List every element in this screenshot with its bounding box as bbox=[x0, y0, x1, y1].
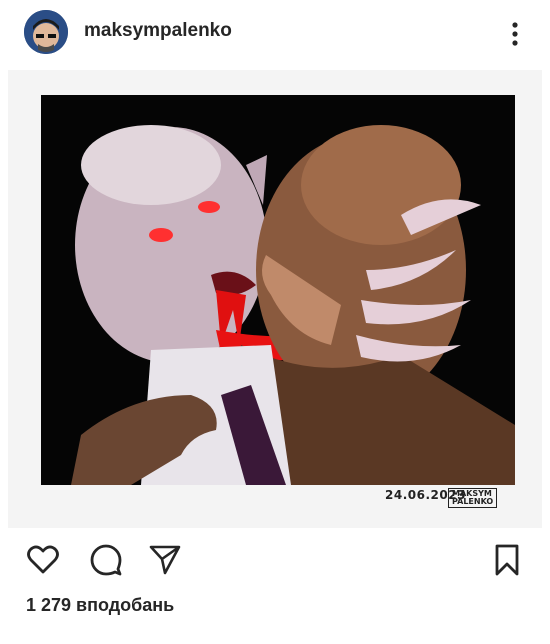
stamp-line-2: PALENKO bbox=[452, 497, 494, 506]
username[interactable]: maksympalenko bbox=[84, 20, 232, 42]
post-header: maksympalenko bbox=[0, 0, 550, 66]
bookmark-icon[interactable] bbox=[490, 543, 524, 577]
avatar[interactable] bbox=[24, 10, 68, 54]
likes-count[interactable]: 1 279 вподобань bbox=[26, 595, 174, 616]
send-icon[interactable] bbox=[148, 543, 182, 577]
post-image[interactable] bbox=[41, 95, 515, 485]
image-artist-stamp: MAKSYM PALENKO bbox=[448, 488, 498, 508]
avatar-image bbox=[24, 10, 68, 54]
post-actions bbox=[0, 535, 550, 585]
comment-icon[interactable] bbox=[89, 543, 123, 577]
more-vertical-icon[interactable] bbox=[504, 20, 526, 48]
heart-icon[interactable] bbox=[26, 543, 60, 577]
